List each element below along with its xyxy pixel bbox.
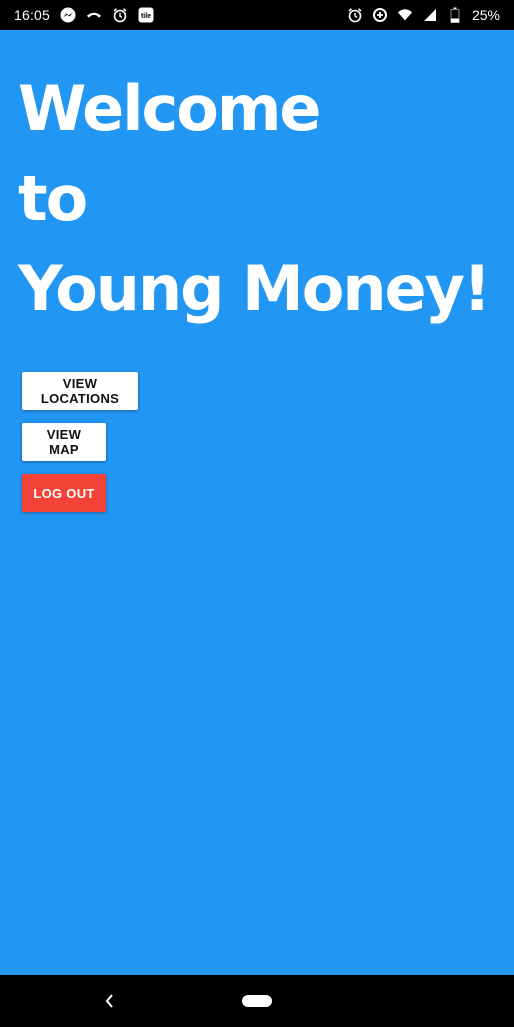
svg-text:tile: tile xyxy=(141,13,151,20)
data-saver-icon xyxy=(372,7,388,23)
view-map-button[interactable]: VIEW MAP xyxy=(22,423,106,461)
log-out-button[interactable]: LOG OUT xyxy=(22,474,106,512)
alarm-icon xyxy=(112,7,128,23)
messenger-icon xyxy=(60,7,76,23)
tile-icon: tile xyxy=(138,7,154,23)
status-right: 25% xyxy=(347,7,500,23)
battery-percent: 25% xyxy=(471,7,500,23)
welcome-headline: Welcome to Young Money! xyxy=(18,64,491,334)
status-left: 16:05 tile xyxy=(14,7,154,23)
chevron-left-icon[interactable] xyxy=(101,991,117,1011)
status-time: 16:05 xyxy=(14,7,51,23)
battery-icon xyxy=(447,7,463,23)
headline-line-1: Welcome xyxy=(18,72,321,145)
headline-line-2: to xyxy=(18,162,88,235)
main-screen: Welcome to Young Money! VIEW LOCATIONS V… xyxy=(0,30,514,975)
alarm-icon xyxy=(347,7,363,23)
headline-line-3: Young Money! xyxy=(18,252,491,325)
signal-icon xyxy=(422,7,438,23)
view-locations-button[interactable]: VIEW LOCATIONS xyxy=(22,372,138,410)
wifi-icon xyxy=(397,7,413,23)
home-pill-icon[interactable] xyxy=(242,995,272,1007)
phone-icon xyxy=(86,7,102,23)
navigation-bar xyxy=(0,975,514,1027)
status-bar: 16:05 tile 25% xyxy=(0,0,514,30)
